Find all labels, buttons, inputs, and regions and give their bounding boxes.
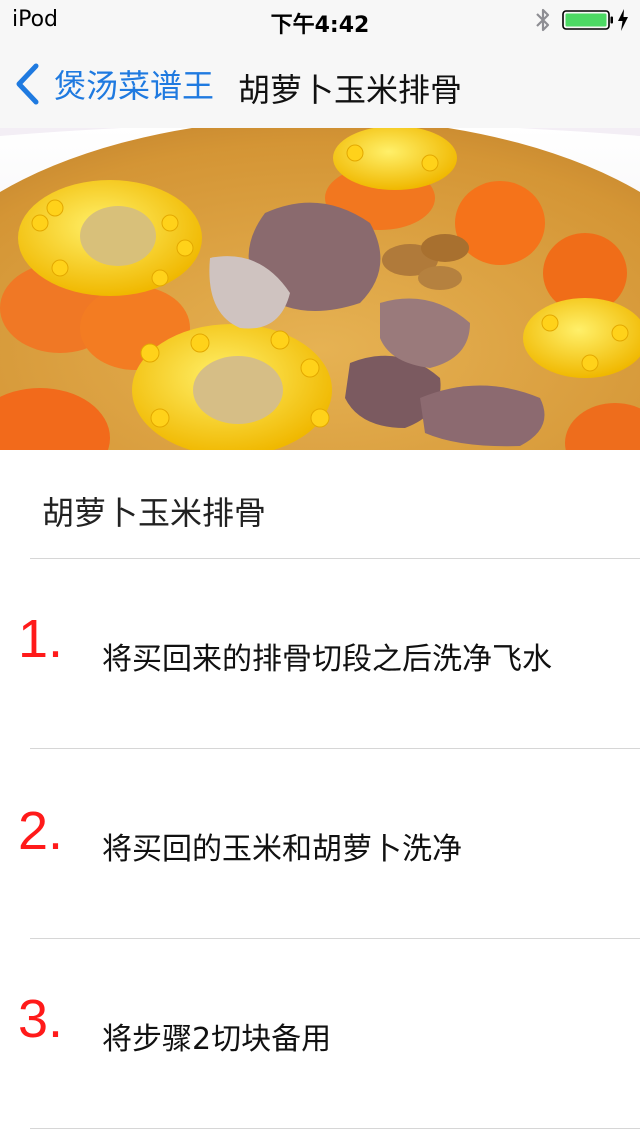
recipe-photo xyxy=(0,128,640,450)
divider xyxy=(30,938,640,939)
chevron-left-icon xyxy=(16,63,39,105)
step-number: 2. xyxy=(18,801,64,861)
step-text: 将步骤2切块备用 xyxy=(102,1022,332,1057)
battery-icon xyxy=(562,10,613,30)
step-number: 3. xyxy=(18,989,64,1049)
status-bar: iPod 下午4:42 xyxy=(0,0,640,40)
back-button-label: 煲汤菜谱王 xyxy=(54,67,215,105)
bluetooth-icon xyxy=(536,8,550,32)
navigation-bar: 煲汤菜谱王 胡萝卜玉米排骨 xyxy=(0,40,640,129)
divider xyxy=(30,748,640,749)
recipe-title: 胡萝卜玉米排骨 xyxy=(42,494,267,532)
divider xyxy=(30,558,640,559)
charging-bolt-icon xyxy=(618,9,628,31)
divider xyxy=(30,1128,640,1129)
back-button[interactable]: 煲汤菜谱王 xyxy=(14,60,214,108)
step-text: 将买回来的排骨切段之后洗净飞水 xyxy=(102,642,552,677)
step-number: 1. xyxy=(18,609,64,669)
soup-illustration xyxy=(0,128,640,450)
step-text: 将买回的玉米和胡萝卜洗净 xyxy=(102,832,462,867)
nav-title: 胡萝卜玉米排骨 xyxy=(238,71,463,109)
